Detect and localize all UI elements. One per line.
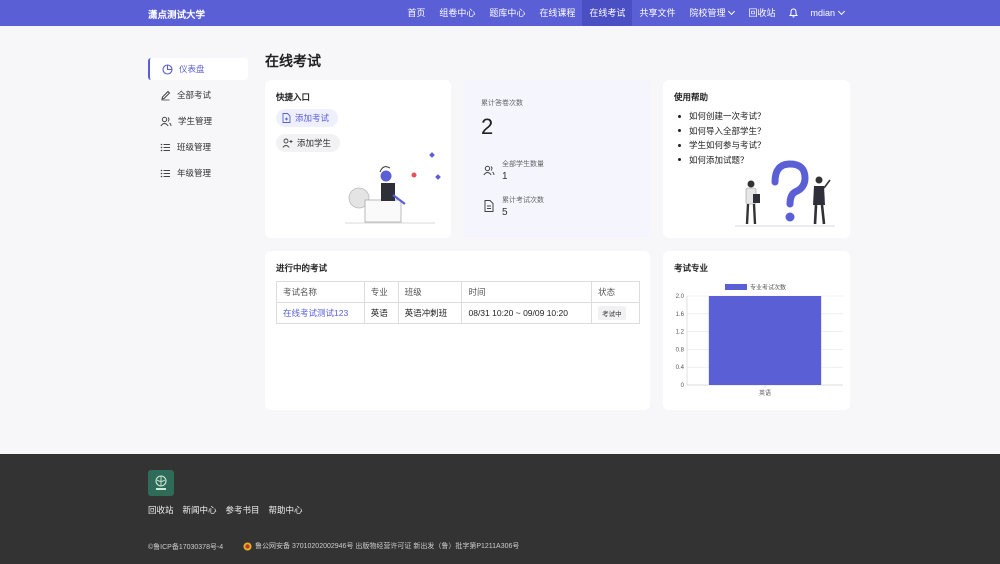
legend-label: 专业考试次数	[750, 284, 786, 292]
icp-record[interactable]: ©鲁ICP备17030378号-4	[148, 542, 223, 552]
nav-question-bank[interactable]: 题库中心	[482, 0, 532, 26]
footer-logo	[148, 470, 174, 496]
ongoing-exams-title: 进行中的考试	[276, 263, 328, 273]
nav-online-course[interactable]: 在线课程	[532, 0, 582, 26]
y-tick-label: 0.4	[676, 365, 685, 371]
bar	[708, 296, 822, 385]
pie-chart-icon	[162, 63, 173, 75]
nav-recycle-bin[interactable]: 回收站	[741, 0, 782, 26]
help-item[interactable]: 如何导入全部学生？	[678, 124, 766, 139]
footer: 回收站 新闻中心 参考书目 帮助中心 ©鲁ICP备17030378号-4 鲁公网…	[0, 454, 1000, 564]
police-record-text: 鲁公网安备 37010202002946号 出版物经营许可证 新出发（鲁）批字第…	[255, 543, 520, 550]
quick-entry-card: 快捷入口 添加考试 添加学生	[265, 80, 451, 238]
exam-class: 英语冲刺班	[397, 302, 463, 324]
sidebar-item-label: 学生管理	[178, 116, 213, 126]
column-header: 专业	[363, 281, 399, 303]
nav-home[interactable]: 首页	[400, 0, 432, 26]
quick-entry-title: 快捷入口	[276, 92, 311, 102]
y-tick-label: 2.0	[676, 294, 685, 300]
status-badge: 考试中	[598, 306, 626, 320]
ongoing-exams-table: 考试名称 专业 班级 时间 状态 在线考试测试123 英语 英语冲刺班 08/3…	[276, 281, 640, 324]
students-value: 1	[502, 171, 508, 182]
sidebar-item-grades[interactable]: 年级管理	[148, 162, 248, 184]
bell-icon[interactable]	[782, 0, 804, 26]
add-student-button[interactable]: 添加学生	[276, 134, 341, 152]
help-item[interactable]: 学生如何参与考试？	[678, 138, 766, 153]
pencil-icon	[161, 90, 171, 100]
main-nav: 首页 组卷中心 题库中心 在线课程 在线考试 共享文件 院校管理 回收站 mdi…	[400, 0, 850, 26]
users-icon	[483, 165, 495, 176]
legend-swatch	[725, 284, 747, 290]
exams-label: 累计考试次数	[502, 197, 544, 204]
nav-paper-center[interactable]: 组卷中心	[432, 0, 482, 26]
add-exam-label: 添加考试	[295, 113, 330, 123]
major-chart-title: 考试专业	[674, 263, 709, 273]
page-title: 在线考试	[265, 53, 321, 69]
y-tick-label: 0	[681, 383, 685, 389]
help-title: 使用帮助	[674, 92, 709, 102]
sidebar: 仪表盘 全部考试 学生管理 班级管理 年级管理	[148, 58, 248, 188]
y-tick-label: 0.8	[676, 347, 685, 353]
quick-illustration	[345, 152, 441, 224]
sidebar-item-label: 全部考试	[177, 90, 212, 100]
help-list: 如何创建一次考试？ 如何导入全部学生？ 学生如何参与考试？ 如何添加试题？	[678, 109, 766, 167]
students-label: 全部学生数量	[502, 161, 544, 168]
y-tick-label: 1.2	[676, 330, 685, 336]
column-header: 状态	[591, 281, 640, 303]
column-header: 时间	[461, 281, 593, 303]
list-icon	[160, 169, 170, 177]
major-bar-chart: 专业考试次数 0 0.4 0.8 1.2 1.6 2.0 英语	[676, 284, 843, 397]
ongoing-exams-card: 进行中的考试 考试名称 专业 班级 时间 状态 在线考试测试123 英语 英语冲…	[265, 251, 650, 410]
major-chart-card: 考试专业 专业考试次数 0 0.4 0.8 1.2 1.6 2.0 英语	[663, 251, 850, 410]
add-exam-button[interactable]: 添加考试	[276, 109, 339, 127]
footer-link-news[interactable]: 新闻中心	[183, 504, 217, 516]
police-record[interactable]: 鲁公网安备 37010202002946号 出版物经营许可证 新出发（鲁）批字第…	[243, 541, 519, 551]
sidebar-item-dashboard[interactable]: 仪表盘	[148, 58, 248, 80]
footer-link-help[interactable]: 帮助中心	[269, 504, 303, 516]
list-icon	[160, 143, 170, 151]
exam-name-link[interactable]: 在线考试测试123	[283, 308, 348, 318]
add-student-label: 添加学生	[297, 138, 332, 148]
footer-link-recycle[interactable]: 回收站	[148, 504, 174, 516]
police-badge-icon	[243, 542, 252, 550]
y-tick-label: 1.6	[676, 312, 685, 318]
table-row: 在线考试测试123 英语 英语冲刺班 08/31 10:20 ~ 09/09 1…	[276, 302, 640, 324]
total-answers-label: 累计答卷次数	[481, 100, 523, 107]
footer-link-books[interactable]: 参考书目	[226, 504, 260, 516]
nav-school-admin[interactable]: 院校管理	[682, 0, 741, 26]
help-card: 使用帮助 如何创建一次考试？ 如何导入全部学生？ 学生如何参与考试？ 如何添加试…	[663, 80, 850, 238]
sidebar-item-students[interactable]: 学生管理	[148, 110, 248, 132]
table-header-row: 考试名称 专业 班级 时间 状态	[276, 281, 640, 303]
sidebar-item-all-exams[interactable]: 全部考试	[148, 84, 248, 106]
help-item[interactable]: 如何创建一次考试？	[678, 109, 766, 124]
user-plus-icon	[282, 138, 293, 148]
file-plus-icon	[282, 113, 291, 123]
help-illustration	[735, 160, 835, 227]
nav-online-exam[interactable]: 在线考试	[582, 0, 633, 26]
top-navbar: 潇点测试大学 首页 组卷中心 题库中心 在线课程 在线考试 共享文件 院校管理 …	[0, 0, 1000, 26]
sidebar-item-label: 班级管理	[177, 142, 212, 152]
footer-links: 回收站 新闻中心 参考书目 帮助中心	[148, 504, 312, 516]
nav-shared-files[interactable]: 共享文件	[632, 0, 682, 26]
exams-value: 5	[502, 207, 508, 218]
users-icon	[160, 116, 172, 126]
column-header: 班级	[397, 281, 463, 303]
sidebar-item-label: 年级管理	[177, 168, 212, 178]
column-header: 考试名称	[276, 281, 365, 303]
exam-major: 英语	[363, 302, 399, 324]
user-menu[interactable]: mdian	[804, 0, 850, 26]
sidebar-item-label: 仪表盘	[179, 64, 205, 74]
exam-time: 08/31 10:20 ~ 09/09 10:20	[461, 302, 593, 324]
sidebar-item-classes[interactable]: 班级管理	[148, 136, 248, 158]
document-icon	[484, 200, 494, 212]
brand-name[interactable]: 潇点测试大学	[148, 7, 205, 21]
stats-card: 累计答卷次数 2 全部学生数量 1 累计考试次数 5	[464, 80, 650, 238]
x-tick-label: 英语	[759, 389, 771, 397]
total-answers-value: 2	[481, 114, 494, 139]
